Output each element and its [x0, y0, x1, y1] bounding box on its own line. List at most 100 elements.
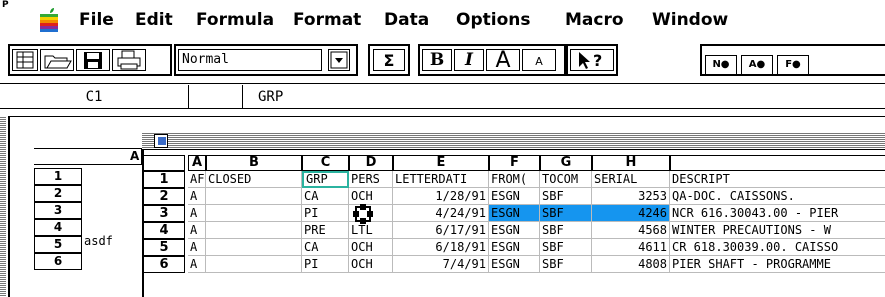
- table-cell[interactable]: SBF: [540, 188, 592, 205]
- table-cell[interactable]: ESGN: [489, 188, 540, 205]
- table-cell[interactable]: DESCRIPT: [670, 171, 885, 188]
- menu-options[interactable]: Options: [456, 9, 530, 31]
- table-cell[interactable]: NCR 616.30043.00 - PIER: [670, 205, 885, 222]
- back-column-header[interactable]: A: [34, 148, 142, 165]
- column-header-d[interactable]: D: [349, 155, 393, 171]
- table-cell[interactable]: 7/4/91: [393, 256, 489, 273]
- row-header[interactable]: 4: [143, 222, 185, 239]
- table-cell[interactable]: 1/28/91: [393, 188, 489, 205]
- table-cell[interactable]: A: [188, 188, 206, 205]
- autosum-button[interactable]: Σ: [373, 49, 405, 71]
- table-cell[interactable]: 4568: [592, 222, 670, 239]
- table-cell[interactable]: A: [188, 239, 206, 256]
- selected-cell[interactable]: 4246: [592, 205, 670, 222]
- table-cell[interactable]: [206, 256, 302, 273]
- table-cell[interactable]: 4/24/91: [393, 205, 489, 222]
- table-cell[interactable]: LETTERDATI: [393, 171, 489, 188]
- table-cell[interactable]: A: [188, 256, 206, 273]
- table-cell[interactable]: [206, 205, 302, 222]
- table-cell[interactable]: A: [188, 205, 206, 222]
- table-cell[interactable]: [206, 188, 302, 205]
- help-button[interactable]: ?: [570, 49, 614, 71]
- selected-cell[interactable]: ESGN: [489, 205, 540, 222]
- table-cell[interactable]: [206, 239, 302, 256]
- back-row-header[interactable]: 1: [34, 168, 82, 185]
- table-cell[interactable]: ESGN: [489, 239, 540, 256]
- menu-macro[interactable]: Macro: [565, 9, 624, 31]
- column-header-h[interactable]: H: [592, 155, 670, 171]
- table-cell[interactable]: PI: [302, 256, 349, 273]
- column-header-i[interactable]: [670, 155, 885, 171]
- menu-file[interactable]: File: [79, 9, 114, 31]
- menu-formula[interactable]: Formula: [196, 9, 274, 31]
- decrease-font-button[interactable]: A: [522, 49, 556, 71]
- table-cell[interactable]: OCH: [349, 256, 393, 273]
- table-cell[interactable]: 4611: [592, 239, 670, 256]
- menu-window[interactable]: Window: [652, 9, 728, 31]
- table-cell[interactable]: 6/17/91: [393, 222, 489, 239]
- table-cell[interactable]: SBF: [540, 239, 592, 256]
- table-cell[interactable]: SBF: [540, 256, 592, 273]
- formula-input[interactable]: GRP: [258, 85, 283, 109]
- table-cell[interactable]: OCH: [349, 239, 393, 256]
- table-cell[interactable]: 4808: [592, 256, 670, 273]
- table-cell[interactable]: 3253: [592, 188, 670, 205]
- open-button[interactable]: [40, 49, 74, 71]
- table-cell[interactable]: PIER SHAFT - PROGRAMME: [670, 256, 885, 273]
- back-cell-value[interactable]: asdf: [84, 233, 113, 250]
- save-button[interactable]: [76, 49, 110, 71]
- back-window-titlebar[interactable]: [0, 116, 6, 297]
- increase-font-button[interactable]: A: [486, 49, 520, 72]
- back-row-header[interactable]: 2: [34, 185, 82, 202]
- select-all-corner[interactable]: [143, 155, 185, 171]
- table-cell[interactable]: PERS: [349, 171, 393, 188]
- column-header-c[interactable]: C: [302, 155, 349, 171]
- alt-format-button[interactable]: A●: [741, 55, 773, 75]
- menu-data[interactable]: Data: [384, 9, 429, 31]
- row-header[interactable]: 5: [143, 239, 185, 256]
- table-cell[interactable]: SERIAL: [592, 171, 670, 188]
- front-window-titlebar[interactable]: [142, 132, 885, 150]
- table-cell[interactable]: A: [188, 222, 206, 239]
- row-header[interactable]: 1: [143, 171, 185, 188]
- column-header-a[interactable]: A: [188, 155, 206, 171]
- table-cell[interactable]: AF: [188, 171, 206, 188]
- field-format-button[interactable]: F●: [777, 55, 809, 75]
- back-row-header[interactable]: 6: [34, 253, 82, 270]
- row-header[interactable]: 6: [143, 256, 185, 273]
- table-cell[interactable]: 6/18/91: [393, 239, 489, 256]
- table-cell[interactable]: PI: [302, 205, 349, 222]
- back-row-header[interactable]: 5: [34, 236, 82, 253]
- menu-edit[interactable]: Edit: [135, 9, 173, 31]
- style-dropdown-button[interactable]: [328, 49, 350, 71]
- table-cell[interactable]: FROM(: [489, 171, 540, 188]
- table-cell[interactable]: QA-DOC. CAISSONS.: [670, 188, 885, 205]
- selected-cell[interactable]: SBF: [540, 205, 592, 222]
- table-cell[interactable]: ESGN: [489, 256, 540, 273]
- row-header[interactable]: 3: [143, 205, 185, 222]
- table-cell[interactable]: ESGN: [489, 222, 540, 239]
- table-cell[interactable]: WINTER PRECAUTIONS - W: [670, 222, 885, 239]
- normal-format-button[interactable]: N●: [705, 55, 737, 75]
- table-cell[interactable]: CA: [302, 239, 349, 256]
- table-cell[interactable]: [206, 222, 302, 239]
- table-cell[interactable]: CA: [302, 188, 349, 205]
- column-header-e[interactable]: E: [393, 155, 489, 171]
- back-row-header[interactable]: 3: [34, 202, 82, 219]
- apple-menu-icon[interactable]: [38, 8, 60, 32]
- style-select[interactable]: Normal: [178, 49, 322, 71]
- menu-format[interactable]: Format: [293, 9, 361, 31]
- table-cell[interactable]: CR 618.30039.00. CAISSO: [670, 239, 885, 256]
- column-header-f[interactable]: F: [489, 155, 540, 171]
- italic-button[interactable]: I: [454, 49, 484, 71]
- row-header[interactable]: 2: [143, 188, 185, 205]
- table-cell[interactable]: SBF: [540, 222, 592, 239]
- table-cell[interactable]: PRE: [302, 222, 349, 239]
- bold-button[interactable]: B: [422, 49, 452, 71]
- table-cell[interactable]: TOCOM: [540, 171, 592, 188]
- back-row-header[interactable]: 4: [34, 219, 82, 236]
- column-header-g[interactable]: G: [540, 155, 592, 171]
- active-cell[interactable]: GRP: [302, 171, 349, 188]
- new-sheet-button[interactable]: [12, 49, 38, 71]
- column-header-b[interactable]: B: [206, 155, 302, 171]
